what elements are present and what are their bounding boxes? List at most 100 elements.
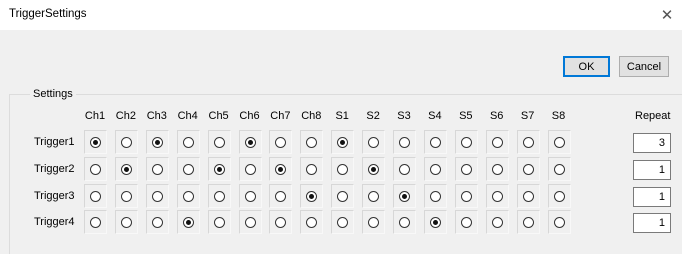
radio-cell — [269, 184, 293, 208]
radio-button[interactable] — [553, 190, 565, 202]
radio-button[interactable] — [306, 163, 318, 175]
radio-cell — [331, 210, 355, 234]
radio-button[interactable] — [120, 163, 132, 175]
radio-button[interactable] — [182, 190, 194, 202]
radio-cell — [423, 184, 447, 208]
radio-button[interactable] — [151, 190, 163, 202]
radio-button[interactable] — [553, 216, 565, 228]
repeat-input[interactable]: 1 — [633, 187, 671, 207]
radio-button[interactable] — [244, 216, 256, 228]
radio-cell — [269, 157, 293, 181]
radio-cell — [516, 130, 540, 154]
radio-button[interactable] — [90, 216, 101, 228]
radio-button[interactable] — [275, 163, 287, 175]
radio-button[interactable] — [429, 216, 441, 228]
repeat-input[interactable]: 1 — [633, 213, 671, 233]
radio-button[interactable] — [522, 136, 534, 148]
radio-button[interactable] — [522, 190, 534, 202]
radio-button[interactable] — [491, 163, 503, 175]
column-header: Ch6 — [239, 110, 260, 122]
radio-cell — [547, 210, 571, 234]
radio-button[interactable] — [368, 163, 380, 175]
repeat-input[interactable]: 3 — [633, 133, 671, 153]
radio-button[interactable] — [213, 163, 225, 175]
radio-button[interactable] — [306, 136, 318, 148]
radio-cell — [300, 130, 324, 154]
radio-cell — [393, 130, 416, 154]
radio-cell — [547, 157, 571, 181]
radio-cell — [269, 210, 293, 234]
radio-button[interactable] — [244, 190, 256, 202]
radio-cell — [393, 210, 416, 234]
radio-button[interactable] — [90, 190, 101, 202]
radio-cell — [516, 210, 540, 234]
radio-button[interactable] — [399, 190, 410, 202]
radio-button[interactable] — [429, 190, 441, 202]
radio-button[interactable] — [429, 163, 441, 175]
radio-button[interactable] — [306, 190, 318, 202]
radio-cell — [331, 157, 355, 181]
radio-cell — [114, 210, 138, 234]
radio-button[interactable] — [120, 216, 132, 228]
radio-button[interactable] — [399, 216, 410, 228]
radio-button[interactable] — [522, 163, 534, 175]
radio-button[interactable] — [522, 216, 534, 228]
radio-button[interactable] — [213, 136, 225, 148]
radio-button[interactable] — [337, 216, 349, 228]
radio-button[interactable] — [213, 216, 225, 228]
radio-button[interactable] — [182, 136, 194, 148]
radio-button[interactable] — [151, 163, 163, 175]
radio-cell — [145, 130, 169, 154]
radio-button[interactable] — [275, 190, 287, 202]
radio-button[interactable] — [90, 136, 101, 148]
radio-button[interactable] — [460, 163, 472, 175]
radio-button[interactable] — [491, 190, 503, 202]
radio-button[interactable] — [553, 136, 565, 148]
cancel-button[interactable]: Cancel — [619, 56, 669, 77]
radio-cell — [176, 184, 200, 208]
radio-button[interactable] — [460, 136, 472, 148]
radio-cell — [300, 184, 324, 208]
radio-cell — [393, 157, 416, 181]
radio-button[interactable] — [182, 216, 194, 228]
radio-button[interactable] — [337, 190, 349, 202]
radio-button[interactable] — [399, 163, 410, 175]
row-label: Trigger2 — [34, 163, 75, 175]
radio-button[interactable] — [460, 190, 472, 202]
column-header: Ch2 — [115, 110, 136, 122]
radio-button[interactable] — [491, 216, 503, 228]
radio-button[interactable] — [460, 216, 472, 228]
radio-button[interactable] — [120, 136, 132, 148]
radio-cell — [114, 157, 138, 181]
radio-button[interactable] — [90, 163, 101, 175]
radio-button[interactable] — [151, 136, 163, 148]
radio-button[interactable] — [244, 163, 256, 175]
radio-cell — [485, 157, 509, 181]
radio-button[interactable] — [120, 190, 132, 202]
radio-button[interactable] — [213, 190, 225, 202]
radio-button[interactable] — [151, 216, 163, 228]
radio-button[interactable] — [182, 163, 194, 175]
repeat-input[interactable]: 1 — [633, 160, 671, 180]
radio-button[interactable] — [275, 216, 287, 228]
ok-button[interactable]: OK — [563, 56, 610, 77]
radio-button[interactable] — [275, 136, 287, 148]
column-header: S7 — [520, 110, 535, 122]
row-label: Trigger4 — [34, 216, 75, 228]
radio-button[interactable] — [306, 216, 318, 228]
radio-button[interactable] — [244, 136, 256, 148]
radio-button[interactable] — [337, 136, 349, 148]
radio-button[interactable] — [368, 136, 380, 148]
radio-button[interactable] — [553, 163, 565, 175]
close-icon[interactable]: ✕ — [652, 0, 682, 30]
radio-button[interactable] — [368, 216, 380, 228]
radio-button[interactable] — [337, 163, 349, 175]
radio-button[interactable] — [491, 136, 503, 148]
radio-button[interactable] — [429, 136, 441, 148]
settings-group-label: Settings — [30, 88, 76, 100]
radio-button[interactable] — [368, 190, 380, 202]
column-header: S8 — [551, 110, 566, 122]
row-label: Trigger1 — [34, 136, 75, 148]
radio-cell — [176, 130, 200, 154]
radio-button[interactable] — [399, 136, 410, 148]
